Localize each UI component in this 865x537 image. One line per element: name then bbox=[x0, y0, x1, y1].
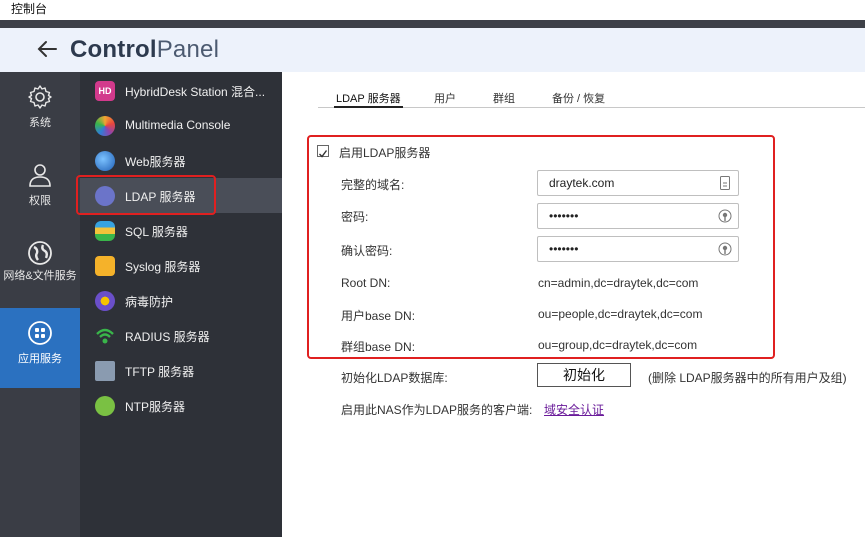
back-arrow-icon[interactable] bbox=[36, 38, 58, 60]
gear-icon bbox=[28, 85, 52, 109]
sub-item-label: Multimedia Console bbox=[125, 118, 231, 132]
sub-item-radius[interactable]: RADIUS 服务器 bbox=[80, 318, 282, 353]
password-input[interactable]: ••••••• bbox=[537, 203, 739, 229]
client-label: 启用此NAS作为LDAP服务的客户端: bbox=[341, 403, 533, 417]
enable-ldap-checkbox[interactable] bbox=[317, 145, 329, 158]
sub-item-syslog[interactable]: Syslog 服务器 bbox=[80, 248, 282, 283]
ntp-icon bbox=[95, 396, 115, 416]
nav-label: 网络&文件服务 bbox=[3, 270, 77, 282]
sub-item-label: RADIUS 服务器 bbox=[125, 330, 210, 344]
root-dn-value: cn=admin,dc=draytek,dc=com bbox=[538, 276, 699, 290]
sub-item-web[interactable]: Web服务器 bbox=[80, 143, 282, 178]
sub-item-hybriddesk[interactable]: HD HybridDesk Station 混合... bbox=[80, 73, 282, 108]
sql-icon bbox=[95, 221, 115, 241]
hybriddesk-icon: HD bbox=[95, 81, 115, 101]
init-db-label: 初始化LDAP数据库: bbox=[341, 371, 448, 385]
syslog-icon bbox=[95, 256, 115, 276]
nav-item-app-services[interactable]: 应用服务 bbox=[0, 308, 80, 388]
group-base-dn-value: ou=group,dc=draytek,dc=com bbox=[538, 338, 698, 352]
window-title: 控制台 bbox=[0, 0, 865, 20]
sub-item-ntp[interactable]: NTP服务器 bbox=[80, 388, 282, 423]
sub-item-label: Web服务器 bbox=[125, 155, 186, 169]
tftp-icon bbox=[95, 361, 115, 381]
eye-icon[interactable] bbox=[718, 209, 732, 223]
sub-item-label: Syslog 服务器 bbox=[125, 260, 201, 274]
confirm-password-input[interactable]: ••••••• bbox=[537, 236, 739, 262]
nav-label: 权限 bbox=[29, 195, 51, 207]
tab-backup-restore[interactable]: 备份 / 恢复 bbox=[552, 90, 605, 106]
sub-item-multimedia[interactable]: Multimedia Console bbox=[80, 108, 282, 143]
enable-ldap-label: 启用LDAP服务器 bbox=[339, 146, 431, 160]
brand-bold: Control bbox=[70, 36, 157, 63]
antivirus-icon bbox=[95, 291, 115, 311]
top-strip bbox=[0, 20, 865, 28]
sub-item-sql[interactable]: SQL 服务器 bbox=[80, 213, 282, 248]
web-icon bbox=[95, 151, 115, 171]
user-base-dn-value: ou=people,dc=draytek,dc=com bbox=[538, 307, 703, 321]
sub-item-label: NTP服务器 bbox=[125, 400, 186, 414]
confirm-password-label: 确认密码: bbox=[341, 244, 393, 258]
sub-nav: HD HybridDesk Station 混合... Multimedia C… bbox=[80, 72, 282, 537]
init-db-note: (删除 LDAP服务器中的所有用户及组) bbox=[648, 371, 847, 385]
sub-item-label: TFTP 服务器 bbox=[125, 365, 195, 379]
domain-security-link[interactable]: 域安全认证 bbox=[544, 401, 604, 418]
multimedia-icon bbox=[95, 116, 115, 136]
tab-users[interactable]: 用户 bbox=[434, 90, 456, 106]
tab-bar: LDAP 服务器 用户 群组 备份 / 恢复 bbox=[318, 90, 865, 108]
domain-value: draytek.com bbox=[549, 176, 615, 190]
nav-item-permissions[interactable]: 权限 bbox=[0, 162, 80, 222]
brand-light: Panel bbox=[156, 36, 220, 63]
nav-item-system[interactable]: 系统 bbox=[0, 84, 80, 144]
keyboard-icon[interactable] bbox=[718, 176, 732, 190]
sub-item-label: 病毒防护 bbox=[125, 295, 174, 309]
nav-label: 应用服务 bbox=[18, 353, 62, 365]
init-db-button[interactable]: 初始化 bbox=[537, 363, 631, 387]
root-dn-label: Root DN: bbox=[341, 276, 391, 290]
app-brand: ControlPanel bbox=[70, 36, 219, 64]
user-icon bbox=[29, 164, 51, 187]
password-label: 密码: bbox=[341, 210, 369, 224]
sub-item-label: SQL 服务器 bbox=[125, 225, 188, 239]
confirm-password-value: ••••••• bbox=[549, 242, 579, 256]
sub-item-label: HybridDesk Station 混合... bbox=[125, 85, 266, 99]
eye-icon[interactable] bbox=[718, 242, 732, 256]
domain-label: 完整的域名: bbox=[341, 178, 405, 192]
main-nav: 系统 权限 网络&文件服务 应用服务 bbox=[0, 72, 80, 537]
radius-icon bbox=[96, 328, 114, 344]
nav-label: 系统 bbox=[29, 117, 51, 129]
tab-groups[interactable]: 群组 bbox=[493, 90, 515, 106]
tab-ldap-server[interactable]: LDAP 服务器 bbox=[334, 90, 403, 108]
sub-item-tftp[interactable]: TFTP 服务器 bbox=[80, 353, 282, 388]
app-header: ControlPanel bbox=[0, 28, 865, 72]
password-value: ••••••• bbox=[549, 209, 579, 223]
nav-item-network-file[interactable]: 网络&文件服务 bbox=[0, 240, 80, 302]
group-base-dn-label: 群组base DN: bbox=[341, 340, 416, 354]
check-icon bbox=[319, 150, 328, 158]
user-base-dn-label: 用户base DN: bbox=[341, 309, 416, 323]
domain-input[interactable]: draytek.com bbox=[537, 170, 739, 196]
apps-icon bbox=[28, 321, 52, 345]
sub-item-antivirus[interactable]: 病毒防护 bbox=[80, 283, 282, 318]
globe-icon bbox=[28, 241, 52, 265]
highlight-ldap-item bbox=[76, 175, 216, 215]
